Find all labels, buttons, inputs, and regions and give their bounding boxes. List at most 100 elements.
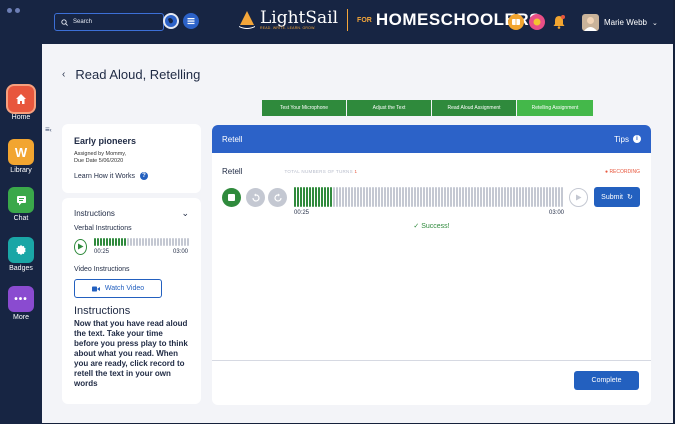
waveform-bar (333, 187, 335, 207)
learn-how-link[interactable]: Learn How it Works ? (74, 172, 189, 180)
waveform-bar (561, 187, 563, 207)
waveform-bar (522, 187, 524, 207)
waveform-bar (109, 238, 111, 246)
playback-button[interactable] (569, 188, 588, 207)
play-button[interactable] (74, 238, 87, 255)
watch-video-button[interactable]: Watch Video (74, 279, 162, 298)
notification-bell-icon[interactable] (552, 14, 566, 35)
waveform-bar (381, 187, 383, 207)
step-progress: Test Your Microphone Adjust the Text Rea… (262, 100, 594, 116)
waveform-bar (100, 238, 102, 246)
page-header: ‹ Read Aloud, Retelling (62, 67, 200, 82)
nav-item-home[interactable]: Home (0, 86, 42, 121)
waveform-bar (124, 238, 126, 246)
retell-header-label: Retell (222, 134, 243, 144)
window-controls (7, 8, 20, 13)
play-icon (78, 243, 84, 250)
verbal-total: 03:00 (172, 249, 188, 255)
retell-panel: Retell Tips i Retell TOTAL NUMBERS OF TU… (212, 125, 651, 405)
nav-label: Home (11, 114, 31, 121)
nav-item-badges[interactable]: Badges (0, 237, 42, 272)
verbal-elapsed: 00:25 (94, 249, 110, 255)
waveform-bar (133, 238, 135, 246)
globe-icon[interactable] (163, 13, 179, 29)
waveform-bar (166, 238, 168, 246)
nav-item-more[interactable]: ••• More (0, 286, 42, 321)
waveform-bar (546, 187, 548, 207)
waveform-bar (303, 187, 305, 207)
verbal-waveform[interactable] (94, 238, 189, 246)
waveform-bar (297, 187, 299, 207)
waveform-bar (516, 187, 518, 207)
waveform-bar (405, 187, 407, 207)
waveform-bar (510, 187, 512, 207)
instructions-card: Instructions ⌄ Verbal Instructions 00:25… (62, 198, 201, 404)
waveform-bar (483, 187, 485, 207)
waveform-bar (444, 187, 446, 207)
search-icon (61, 18, 68, 26)
nav-item-chat[interactable]: Chat (0, 187, 42, 222)
tips-link[interactable]: Tips i (614, 135, 641, 144)
instructions-header[interactable]: Instructions ⌄ (74, 208, 189, 219)
instructions-body: Now that you have read aloud the text. T… (74, 319, 188, 388)
nav-label: More (13, 314, 29, 321)
waveform-bar (97, 238, 99, 246)
waveform-bar (321, 187, 323, 207)
help-icon: ? (139, 172, 148, 180)
nav-item-library[interactable]: W Library (0, 139, 42, 174)
book-icon[interactable] (508, 14, 524, 30)
app-window: Home W Library Chat Badges ••• More Sear… (0, 0, 675, 424)
waveform-bar (309, 187, 311, 207)
collapse-sidebar-icon[interactable]: ≡‹ (45, 125, 52, 134)
rewind-button[interactable] (246, 188, 265, 207)
retell-status-row: Retell TOTAL NUMBERS OF TURNS 1 ● RECORD… (222, 167, 640, 176)
waveform-bar (103, 238, 105, 246)
waveform-bar (181, 238, 183, 246)
search-input[interactable]: Search (54, 13, 164, 31)
retell-total: 03:00 (548, 210, 564, 216)
menu-icon[interactable] (183, 13, 199, 29)
step-test-microphone[interactable]: Test Your Microphone (262, 100, 346, 116)
retell-waveform[interactable] (294, 187, 564, 207)
waveform-bar (366, 187, 368, 207)
waveform-bar (396, 187, 398, 207)
step-adjust-text[interactable]: Adjust the Text (347, 100, 431, 116)
waveform-bar (456, 187, 458, 207)
waveform-bar (115, 238, 117, 246)
complete-button[interactable]: Complete (574, 371, 639, 390)
waveform-bar (178, 238, 180, 246)
step-read-aloud[interactable]: Read Aloud Assignment (432, 100, 516, 116)
library-w-icon: W (8, 139, 34, 165)
waveform-bar (414, 187, 416, 207)
reward-icon[interactable] (529, 14, 545, 30)
waveform-bar (148, 238, 150, 246)
waveform-bar (438, 187, 440, 207)
waveform-bar (336, 187, 338, 207)
waveform-bar (112, 238, 114, 246)
lightsail-sail-icon (239, 11, 255, 29)
waveform-bar (354, 187, 356, 207)
waveform-bar (450, 187, 452, 207)
waveform-bar (531, 187, 533, 207)
step-retelling[interactable]: Retelling Assignment (517, 100, 593, 116)
waveform-bar (351, 187, 353, 207)
user-menu[interactable]: Marie Webb ⌄ (582, 14, 658, 31)
step-label: Read Aloud Assignment (447, 105, 501, 111)
waveform-bar (357, 187, 359, 207)
stop-record-button[interactable] (222, 188, 241, 207)
waveform-bar (498, 187, 500, 207)
submit-button[interactable]: Submit ↻ (594, 187, 640, 207)
chevron-down-icon: ⌄ (651, 19, 658, 27)
forward-button[interactable] (268, 188, 287, 207)
waveform-bar (399, 187, 401, 207)
side-nav: Home W Library Chat Badges ••• More (0, 0, 42, 424)
waveform-bar (471, 187, 473, 207)
waveform-bar (417, 187, 419, 207)
waveform-bar (187, 238, 189, 246)
brand-tagline: READ. WRITE. LEARN. GROW. (260, 25, 316, 30)
waveform-bar (157, 238, 159, 246)
waveform-bar (468, 187, 470, 207)
waveform-bar (172, 238, 174, 246)
back-chevron-icon[interactable]: ‹ (62, 69, 65, 80)
waveform-bar (528, 187, 530, 207)
